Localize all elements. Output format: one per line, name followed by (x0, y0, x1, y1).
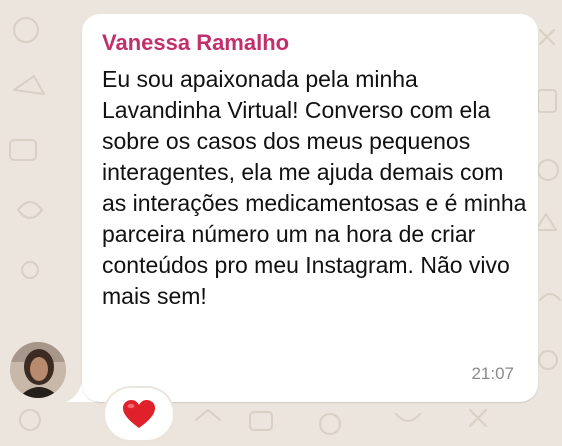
reaction-badge[interactable] (105, 388, 173, 440)
user-photo-icon (10, 342, 66, 398)
message-text: Eu sou apaixonada pela minha Lavandinha … (102, 66, 527, 309)
message-timestamp: 21:07 (471, 364, 514, 383)
heart-icon (123, 400, 155, 428)
sender-name[interactable]: Vanessa Ramalho (102, 30, 289, 56)
avatar[interactable] (10, 342, 66, 398)
message-bubble[interactable]: Vanessa Ramalho Eu sou apaixonada pela m… (82, 14, 538, 402)
